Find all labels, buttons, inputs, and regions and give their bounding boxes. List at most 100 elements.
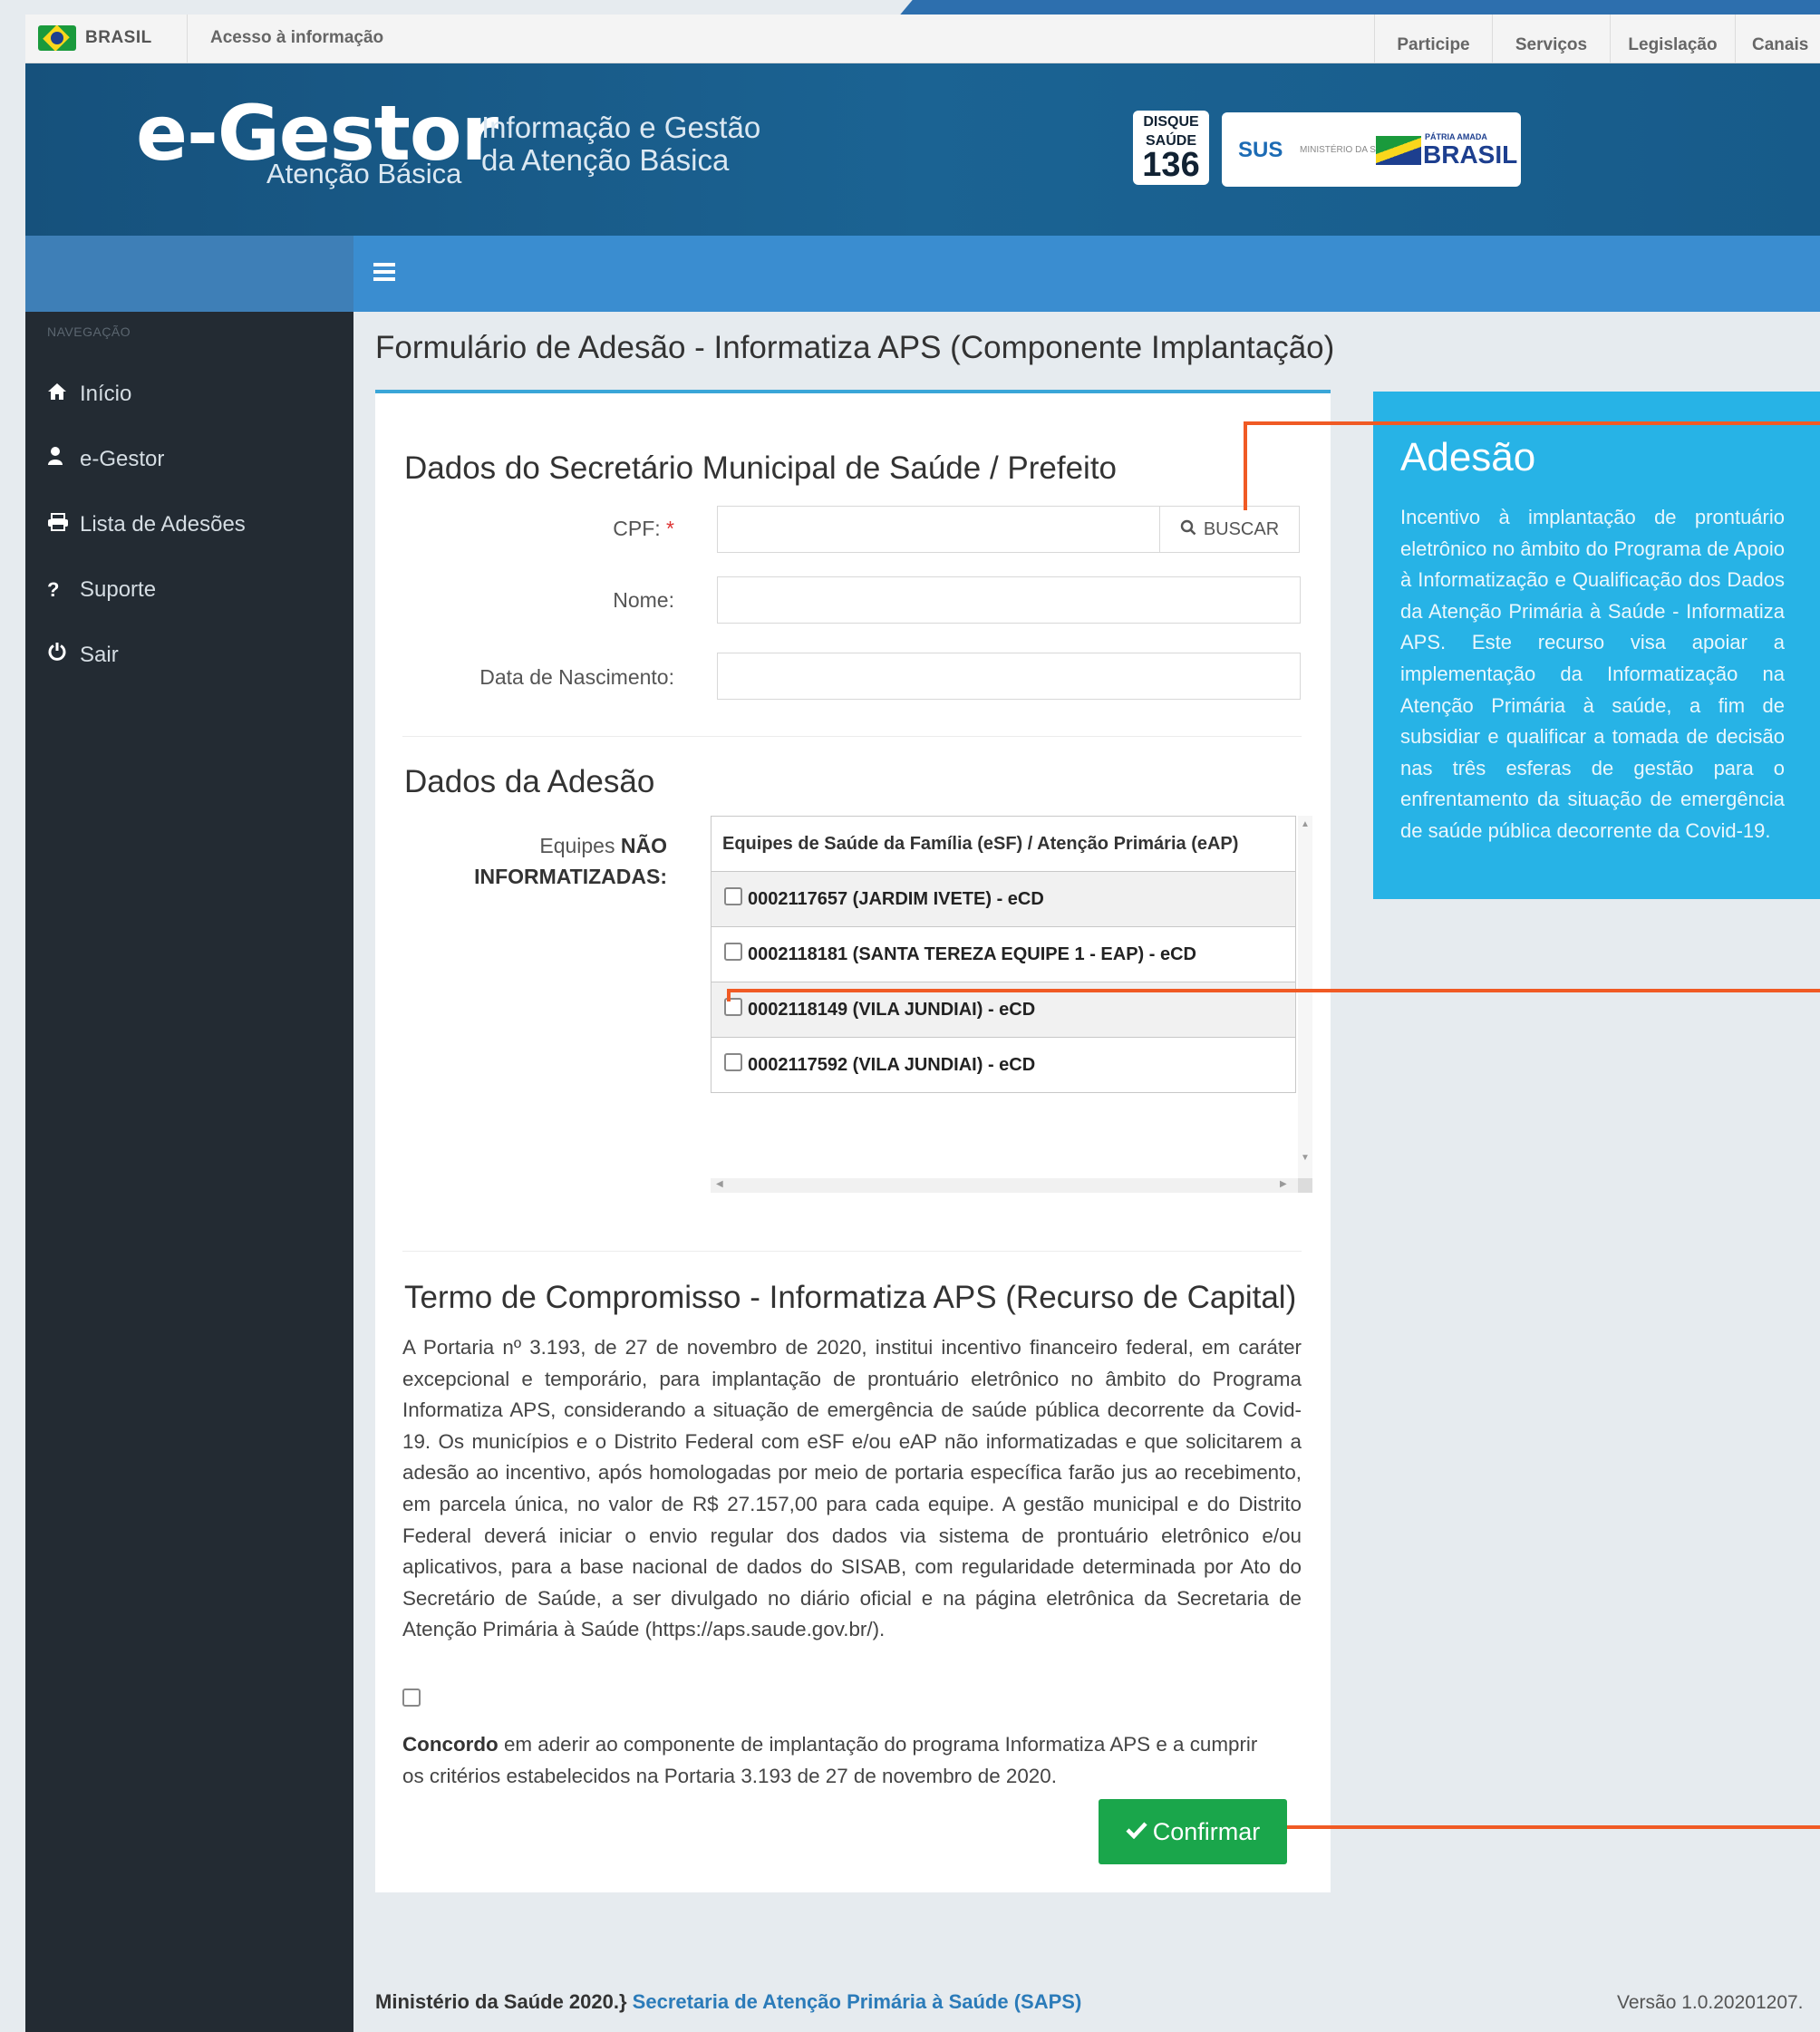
home-icon [47,372,80,417]
sidebar-item-label: Suporte [80,577,157,602]
toolbar-sidebar-section [25,236,353,312]
brasil-logo: PÁTRIA AMADA BRASIL [1372,132,1517,169]
cpf-label-text: CPF: [613,517,661,540]
scroll-left-icon[interactable]: ◀ [716,1179,723,1189]
confirmar-button[interactable]: Confirmar [1099,1799,1287,1864]
team-label: 0002118149 (VILA JUNDIAI) - eCD [748,1000,1036,1020]
scroll-right-icon[interactable]: ▶ [1280,1179,1287,1189]
section-divider [402,1251,1302,1252]
table-horizontal-scrollbar[interactable]: ◀ ▶ [711,1178,1298,1193]
cpf-input[interactable] [717,506,1160,553]
buscar-button[interactable]: BUSCAR [1159,506,1300,553]
confirmar-label: Confirmar [1152,1818,1261,1845]
annotation-line [1244,421,1247,510]
equipes-label-text: Equipes [539,834,615,857]
team-label: 0002117592 (VILA JUNDIAI) - eCD [748,1055,1036,1075]
equipes-table-header: Equipes de Saúde da Família (eSF) / Aten… [722,834,1239,854]
nome-label: Nome: [613,588,674,612]
sidebar-item-label: Sair [80,643,119,667]
team-label: 0002117657 (JARDIM IVETE) - eCD [748,889,1044,909]
disque-number: 136 [1142,146,1200,184]
annotation-line [1244,421,1820,425]
table-row[interactable]: 0002117592 (VILA JUNDIAI) - eCD [712,1037,1295,1092]
secretario-heading: Dados do Secretário Municipal de Saúde /… [404,450,1118,486]
buscar-label: BUSCAR [1203,519,1280,539]
equipes-label: Equipes NÃO INFORMATIZADAS: [402,830,667,892]
brasil-flag-icon [1376,136,1421,165]
data-nascimento-label: Data de Nascimento: [479,665,674,689]
nome-input[interactable] [717,576,1301,624]
user-icon [47,437,80,482]
info-text: Incentivo à implantação de prontuário el… [1400,506,1785,842]
termo-heading: Termo de Compromisso - Informatiza APS (… [404,1280,1297,1315]
gov-link-canais[interactable]: Canais [1735,15,1820,63]
header-description-line1: Informação e Gestão [481,111,761,144]
gov-top-stripe [888,0,1820,15]
acesso-informacao-link[interactable]: Acesso à informação [210,28,383,48]
sidebar-item-sair[interactable]: Sair [47,633,337,678]
concordo-label: Concordo em aderir ao componente de impl… [402,1729,1273,1792]
disque-line1: DISQUE [1143,114,1199,130]
search-icon [1180,508,1196,553]
sus-logo: SUS [1238,138,1283,162]
footer-version: Versão 1.0.20201207. [1617,1992,1804,2013]
footer-left: Ministério da Saúde 2020.} Secretaria de… [375,1990,1081,2014]
sidebar-title: NAVEGAÇÃO [47,324,131,339]
team-checkbox[interactable] [724,886,742,905]
concordo-checkbox[interactable] [402,1688,421,1707]
page-title: Formulário de Adesão - Informatiza APS (… [375,330,1335,365]
question-icon: ? [47,578,60,601]
section-divider [402,736,1302,737]
team-label: 0002118181 (SANTA TEREZA EQUIPE 1 - EAP)… [748,944,1196,964]
concordo-strong: Concordo [402,1733,499,1756]
brazil-flag-icon [38,25,76,51]
annotation-line [727,989,731,1001]
disque-saude-badge: DISQUE SAÚDE 136 [1133,111,1209,185]
sidebar-item-lista-adesoes[interactable]: Lista de Adesões [47,502,337,547]
partner-logos: SUS MINISTÉRIO DA SAÚDE PÁTRIA AMADA BRA… [1222,112,1521,187]
check-icon [1126,1798,1147,1863]
gov-brasil-link[interactable]: BRASIL [85,28,152,48]
scrollbar-corner [1298,1178,1312,1193]
print-icon [47,502,80,547]
concordo-text: em aderir ao componente de implantação d… [402,1733,1258,1787]
info-title: Adesão [1400,435,1536,479]
menu-toggle-icon[interactable] [373,261,397,283]
gov-link-participe[interactable]: Participe [1374,15,1492,63]
power-icon [47,633,80,678]
header-description-line2: da Atenção Básica [481,143,730,177]
gov-link-servicos[interactable]: Serviços [1492,15,1610,63]
annotation-line [1287,1825,1820,1829]
footer-saps-link[interactable]: Secretaria de Atenção Primária à Saúde (… [633,1990,1082,2013]
site-header: e-Gestor Atenção Básica Informação e Ges… [25,63,1820,236]
team-checkbox[interactable] [724,942,742,961]
adesao-info-box: Adesão Incentivo à implantação de prontu… [1373,392,1820,899]
sidebar-item-label: Lista de Adesões [80,512,246,537]
termo-body: A Portaria nº 3.193, de 27 de novembro d… [402,1336,1302,1641]
sidebar-item-label: Início [80,382,132,406]
gov-link-legislacao[interactable]: Legislação [1610,15,1735,63]
scroll-down-icon[interactable]: ▼ [1301,1153,1310,1163]
required-marker: * [666,517,674,540]
sidebar-item-suporte[interactable]: ? Suporte [47,567,337,613]
table-row[interactable]: 0002117657 (JARDIM IVETE) - eCD [712,871,1295,926]
sidebar-item-egestor[interactable]: e-Gestor [47,437,337,482]
scroll-up-icon[interactable]: ▲ [1301,819,1310,829]
table-vertical-scrollbar[interactable]: ▲ ▼ [1298,816,1312,1178]
gov-separator [187,15,188,63]
adesao-heading: Dados da Adesão [404,764,655,799]
annotation-line [727,989,1820,992]
gov-bar: BRASIL Acesso à informação Participe Ser… [25,15,1820,63]
cpf-label: CPF: * [402,517,674,541]
brasil-logo-text: BRASIL [1423,140,1518,169]
equipes-label-informatizadas: INFORMATIZADAS: [474,865,667,888]
footer-copyright: Ministério da Saúde 2020.} [375,1990,627,2013]
sidebar-item-label: e-Gestor [80,447,165,471]
equipes-label-nao: NÃO [620,834,667,857]
data-nascimento-input[interactable] [717,653,1301,700]
team-checkbox[interactable] [724,1052,742,1071]
logo-subtitle: Atenção Básica [266,158,462,189]
table-row[interactable]: 0002118181 (SANTA TEREZA EQUIPE 1 - EAP)… [712,926,1295,982]
top-toolbar [353,236,1820,312]
sidebar-item-inicio[interactable]: Início [47,372,337,417]
